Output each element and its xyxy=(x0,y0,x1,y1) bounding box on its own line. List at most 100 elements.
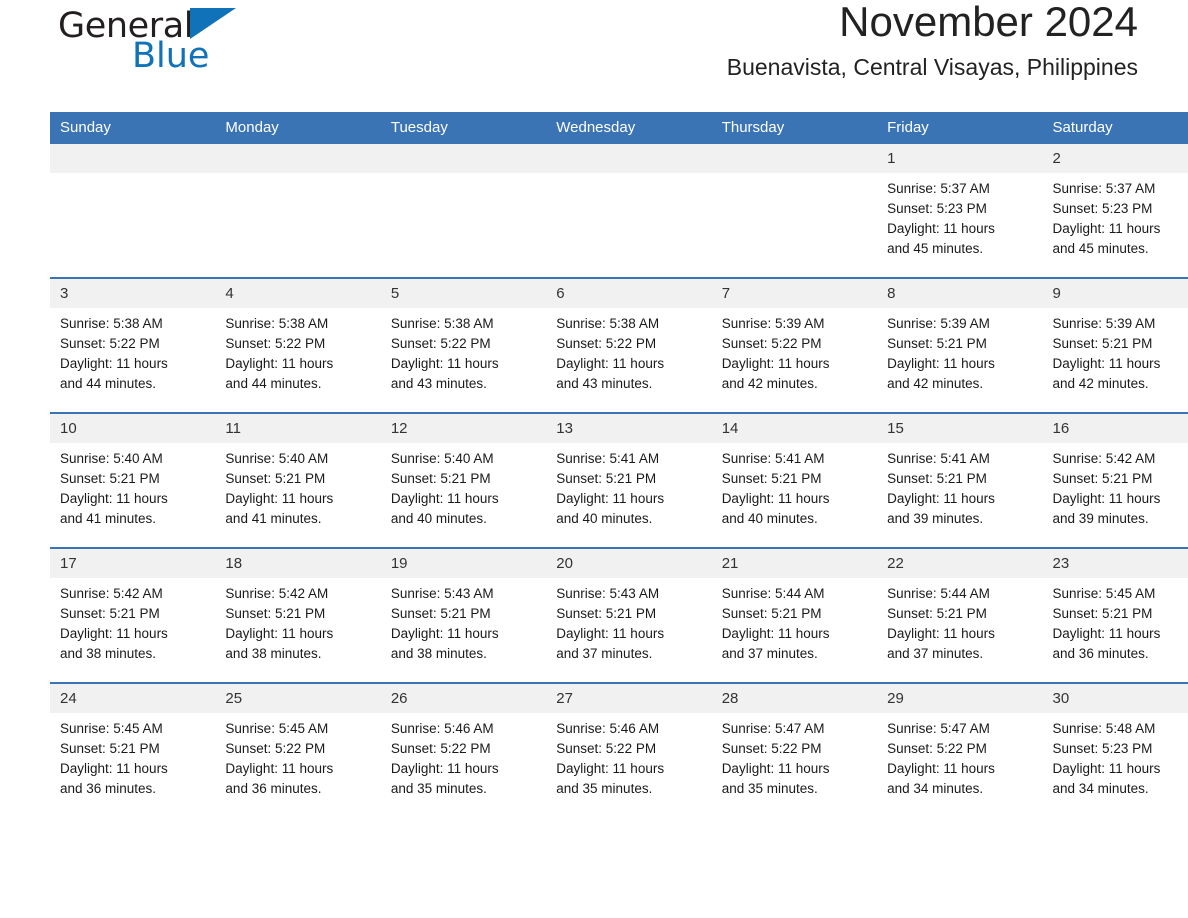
calendar-day-cell[interactable]: 30 Sunrise: 5:48 AM Sunset: 5:23 PM Dayligh… xyxy=(1042,682,1188,817)
sunrise-text: Sunrise: 5:41 AM xyxy=(721,451,825,466)
calendar-day-cell[interactable]: 13 Sunrise: 5:41 AM Sunset: 5:21 PM Dayligh… xyxy=(546,412,712,548)
calendar-day-cell[interactable]: 18 Sunrise: 5:42 AM Sunset: 5:21 PM Dayligh… xyxy=(215,547,381,683)
calendar-day-cell[interactable]: 10 Sunrise: 5:40 AM Sunset: 5:21 PM Dayligh… xyxy=(50,412,216,548)
calendar-day-cell[interactable]: 3 Sunrise: 5:38 AM Sunset: 5:22 PM Daylight… xyxy=(50,277,216,413)
daylight-text-line1: Daylight: 11 hours xyxy=(721,491,830,506)
calendar-day-cell[interactable]: 20 Sunrise: 5:43 AM Sunset: 5:21 PM Dayligh… xyxy=(546,547,712,683)
calendar-day-cell[interactable]: 27 Sunrise: 5:46 AM Sunset: 5:22 PM Dayligh… xyxy=(546,682,712,817)
sunset-text: Sunset: 5:23 PM xyxy=(1052,741,1153,756)
calendar-grid: Sunday Monday Tuesday Wednesday Thursday… xyxy=(50,112,1188,817)
daylight-text-line2: and 41 minutes. xyxy=(60,511,157,526)
weekday-header-saturday: Saturday xyxy=(1042,112,1188,144)
weekday-header-sunday: Sunday xyxy=(50,112,216,144)
daylight-text-line1: Daylight: 11 hours xyxy=(60,626,168,641)
daylight-text-line1: Daylight: 11 hours xyxy=(556,491,665,506)
calendar-day-cell[interactable]: 11 Sunrise: 5:40 AM Sunset: 5:21 PM Dayligh… xyxy=(215,412,381,548)
sunrise-text: Sunrise: 5:39 AM xyxy=(721,316,825,331)
day-number: 29 xyxy=(877,684,1043,713)
daylight-text-line1: Daylight: 11 hours xyxy=(225,491,334,506)
sunset-text: Sunset: 5:22 PM xyxy=(390,741,491,756)
daylight-text-line2: and 42 minutes. xyxy=(887,376,984,391)
daylight-text-line1: Daylight: 11 hours xyxy=(887,356,995,371)
weekday-header-monday: Monday xyxy=(215,112,381,144)
calendar-day-cell-empty xyxy=(711,144,878,278)
daylight-text-line1: Daylight: 11 hours xyxy=(225,356,334,371)
sunset-text: Sunset: 5:23 PM xyxy=(887,201,987,216)
day-number: 20 xyxy=(546,549,712,578)
daylight-text-line1: Daylight: 11 hours xyxy=(225,626,334,641)
calendar-day-cell[interactable]: 7 Sunrise: 5:39 AM Sunset: 5:22 PM Daylight… xyxy=(711,277,878,413)
day-number: 25 xyxy=(215,684,381,713)
sunrise-text: Sunrise: 5:40 AM xyxy=(390,451,494,466)
calendar-day-cell[interactable]: 5 Sunrise: 5:38 AM Sunset: 5:22 PM Daylight… xyxy=(380,277,547,413)
day-number: 15 xyxy=(877,414,1043,443)
day-details: Sunrise: 5:38 AM Sunset: 5:22 PM Daylight:… xyxy=(546,308,711,394)
sunrise-text: Sunrise: 5:41 AM xyxy=(556,451,660,466)
sunrise-text: Sunrise: 5:43 AM xyxy=(390,586,494,601)
day-number: 27 xyxy=(546,684,712,713)
calendar-day-cell[interactable]: 28 Sunrise: 5:47 AM Sunset: 5:22 PM Dayligh… xyxy=(711,682,878,817)
sunrise-text: Sunrise: 5:44 AM xyxy=(887,586,990,601)
daylight-text-line1: Daylight: 11 hours xyxy=(390,761,499,776)
calendar-day-cell[interactable]: 24 Sunrise: 5:45 AM Sunset: 5:21 PM Dayligh… xyxy=(50,682,216,817)
daylight-text-line1: Daylight: 11 hours xyxy=(60,356,168,371)
sunrise-text: Sunrise: 5:43 AM xyxy=(556,586,660,601)
daylight-text-line2: and 43 minutes. xyxy=(390,376,487,391)
sunset-text: Sunset: 5:21 PM xyxy=(390,471,491,486)
sunset-text: Sunset: 5:22 PM xyxy=(225,336,326,351)
sunrise-text: Sunrise: 5:48 AM xyxy=(1052,721,1156,736)
sunrise-text: Sunrise: 5:46 AM xyxy=(556,721,660,736)
daylight-text-line1: Daylight: 11 hours xyxy=(887,491,995,506)
sunrise-text: Sunrise: 5:40 AM xyxy=(225,451,329,466)
calendar-day-cell[interactable]: 19 Sunrise: 5:43 AM Sunset: 5:21 PM Dayligh… xyxy=(380,547,547,683)
daylight-text-line1: Daylight: 11 hours xyxy=(721,356,830,371)
sunrise-text: Sunrise: 5:42 AM xyxy=(60,586,163,601)
day-number: 18 xyxy=(215,549,381,578)
calendar-day-cell[interactable]: 16 Sunrise: 5:42 AM Sunset: 5:21 PM Dayligh… xyxy=(1042,412,1188,548)
daylight-text-line1: Daylight: 11 hours xyxy=(556,626,665,641)
calendar-day-cell-empty xyxy=(215,144,381,278)
calendar-day-cell[interactable]: 14 Sunrise: 5:41 AM Sunset: 5:21 PM Dayligh… xyxy=(711,412,878,548)
sunrise-text: Sunrise: 5:41 AM xyxy=(887,451,990,466)
day-details: Sunrise: 5:40 AM Sunset: 5:21 PM Daylight:… xyxy=(50,443,215,529)
calendar-day-cell[interactable]: 25 Sunrise: 5:45 AM Sunset: 5:22 PM Dayligh… xyxy=(215,682,381,817)
sunset-text: Sunset: 5:21 PM xyxy=(556,471,657,486)
calendar-day-cell[interactable]: 9 Sunrise: 5:39 AM Sunset: 5:21 PM Daylight… xyxy=(1042,277,1188,413)
calendar-day-cell[interactable]: 12 Sunrise: 5:40 AM Sunset: 5:21 PM Dayligh… xyxy=(380,412,547,548)
calendar-day-cell[interactable]: 15 Sunrise: 5:41 AM Sunset: 5:21 PM Dayligh… xyxy=(877,412,1043,548)
daylight-text-line1: Daylight: 11 hours xyxy=(556,761,665,776)
sunrise-text: Sunrise: 5:47 AM xyxy=(887,721,990,736)
triangle-logo-icon xyxy=(190,8,237,39)
daylight-text-line2: and 38 minutes. xyxy=(225,646,322,661)
sunset-text: Sunset: 5:21 PM xyxy=(225,471,326,486)
sunset-text: Sunset: 5:21 PM xyxy=(60,471,160,486)
calendar-day-cell[interactable]: 21 Sunrise: 5:44 AM Sunset: 5:21 PM Dayligh… xyxy=(711,547,878,683)
calendar-week-row: 10 Sunrise: 5:40 AM Sunset: 5:21 PM Dayligh… xyxy=(50,412,1188,548)
daylight-text-line2: and 36 minutes. xyxy=(1052,646,1149,661)
daylight-text-line2: and 35 minutes. xyxy=(721,781,818,796)
location-subtitle: Buenavista, Central Visayas, Philippines xyxy=(726,54,1138,81)
sunset-text: Sunset: 5:22 PM xyxy=(390,336,491,351)
day-number xyxy=(50,144,216,173)
calendar-day-cell[interactable]: 26 Sunrise: 5:46 AM Sunset: 5:22 PM Dayligh… xyxy=(380,682,547,817)
sunrise-text: Sunrise: 5:39 AM xyxy=(1052,316,1156,331)
calendar-day-cell[interactable]: 22 Sunrise: 5:44 AM Sunset: 5:21 PM Dayligh… xyxy=(877,547,1043,683)
sunrise-text: Sunrise: 5:44 AM xyxy=(721,586,825,601)
calendar-day-cell[interactable]: 6 Sunrise: 5:38 AM Sunset: 5:22 PM Daylight… xyxy=(546,277,712,413)
calendar-day-cell[interactable]: 29 Sunrise: 5:47 AM Sunset: 5:22 PM Dayligh… xyxy=(877,682,1043,817)
calendar-day-cell[interactable]: 4 Sunrise: 5:38 AM Sunset: 5:22 PM Daylight… xyxy=(215,277,381,413)
daylight-text-line1: Daylight: 11 hours xyxy=(1052,356,1161,371)
day-number: 10 xyxy=(50,414,216,443)
calendar-day-cell[interactable]: 23 Sunrise: 5:45 AM Sunset: 5:21 PM Dayligh… xyxy=(1042,547,1188,683)
calendar-day-cell[interactable]: 2 Sunrise: 5:37 AM Sunset: 5:23 PM Daylight… xyxy=(1042,144,1188,278)
sunrise-text: Sunrise: 5:45 AM xyxy=(1052,586,1156,601)
day-number: 1 xyxy=(877,144,1043,173)
calendar-day-cell[interactable]: 17 Sunrise: 5:42 AM Sunset: 5:21 PM Dayligh… xyxy=(50,547,216,683)
general-blue-logo[interactable]: General Blue xyxy=(58,8,308,90)
calendar-day-cell-empty xyxy=(50,144,216,278)
day-number xyxy=(546,144,712,173)
calendar-day-cell[interactable]: 8 Sunrise: 5:39 AM Sunset: 5:21 PM Daylight… xyxy=(877,277,1043,413)
day-details: Sunrise: 5:38 AM Sunset: 5:22 PM Daylight:… xyxy=(50,308,215,394)
daylight-text-line1: Daylight: 11 hours xyxy=(1052,491,1161,506)
calendar-day-cell[interactable]: 1 Sunrise: 5:37 AM Sunset: 5:23 PM Daylight… xyxy=(877,144,1043,278)
